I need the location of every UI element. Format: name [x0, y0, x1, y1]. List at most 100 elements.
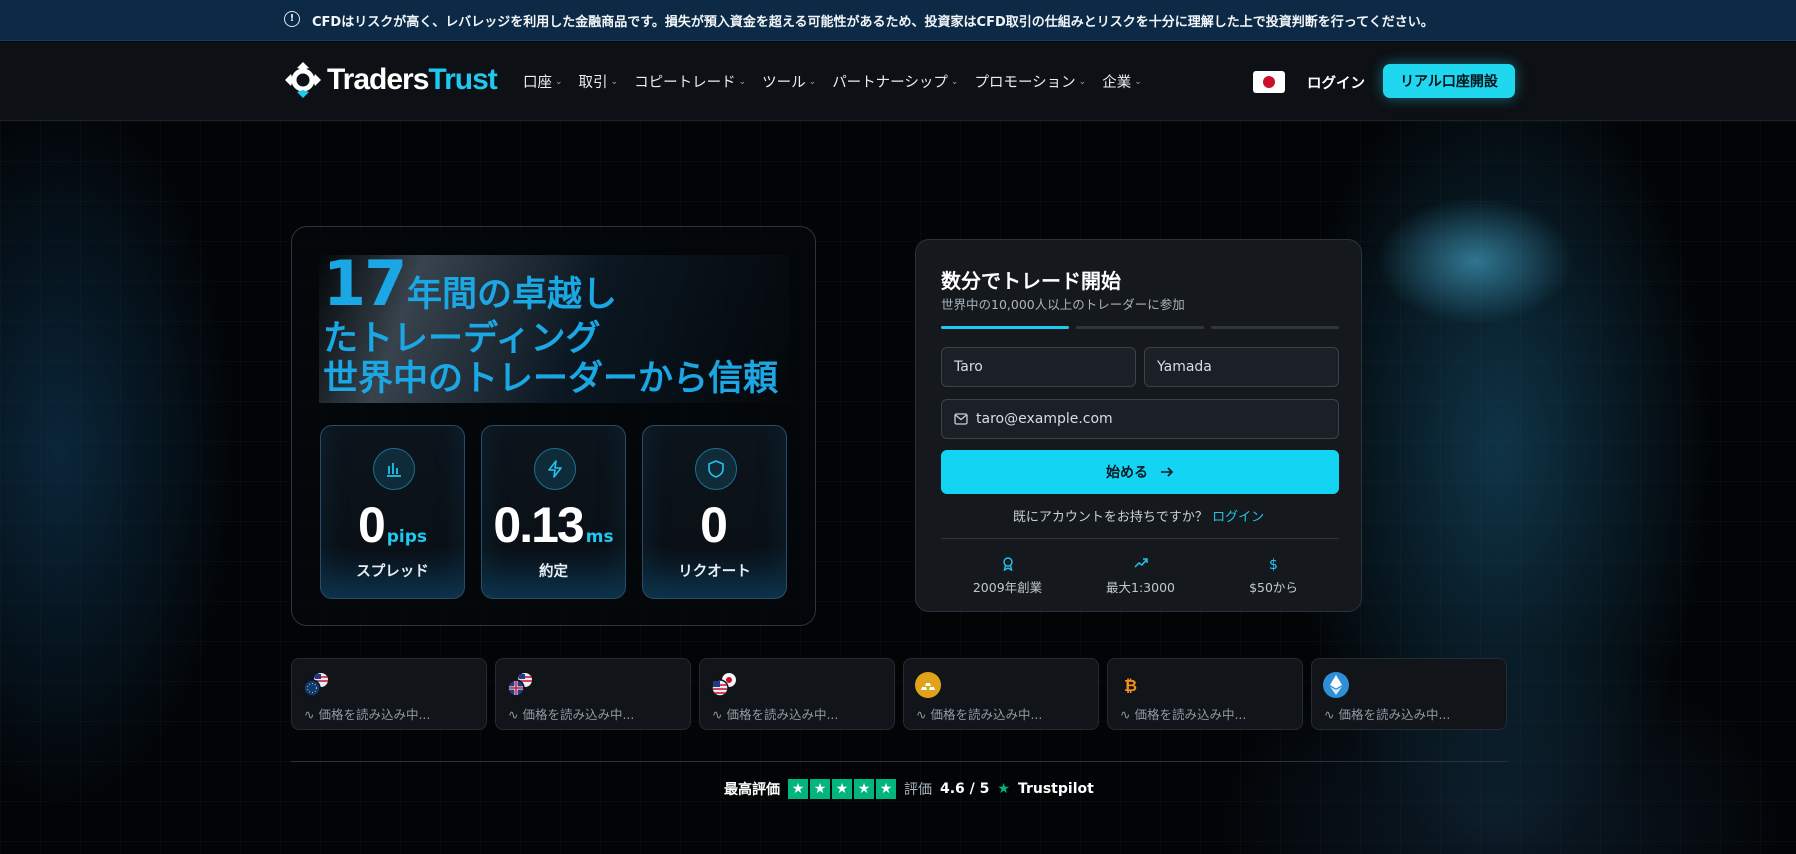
chevron-down-icon: ⌄: [610, 76, 619, 87]
ticker-loading-text: ∿ 価格を読み込み中...: [1324, 707, 1451, 722]
stat-value: 0.13: [493, 497, 584, 553]
headline-line-1: 年間の卓越し: [407, 275, 618, 315]
hero-card: 17 年間の卓越し たトレーディング 世界中のトレーダーから信頼 0 pips ス…: [291, 226, 816, 626]
ticker-loading-text: ∿ 価格を読み込み中...: [304, 707, 431, 722]
chevron-down-icon: ⌄: [808, 76, 817, 87]
years-number: 17: [323, 247, 407, 320]
start-button-label: 始める: [1106, 465, 1148, 481]
progress-step-3: [1211, 326, 1339, 329]
stat-card-requote: 0 リクオート: [642, 425, 787, 599]
rating-stars: ★ ★ ★ ★ ★: [788, 779, 896, 799]
nav-item-accounts[interactable]: 口座 ⌄: [523, 71, 563, 92]
stat-value: 0: [357, 497, 386, 553]
first-name-field[interactable]: Taro: [941, 347, 1136, 387]
nav-item-trading[interactable]: 取引 ⌄: [579, 71, 619, 92]
ticker-loading-text: ∿ 価格を読み込み中...: [1120, 707, 1247, 722]
trustpilot-star-icon: ★: [997, 781, 1010, 797]
chevron-down-icon: ⌄: [1078, 76, 1087, 87]
email-field[interactable]: taro@example.com: [941, 399, 1339, 439]
ticker-card-gold[interactable]: ∿ 価格を読み込み中...: [903, 658, 1099, 730]
logo-wordmark: TradersTrust: [327, 63, 498, 96]
hero-background: [0, 121, 1796, 854]
feature-founded: 2009年創業: [941, 557, 1074, 596]
star-icon: ★: [788, 779, 808, 799]
stat-card-execution: 0.13 ms 約定: [481, 425, 626, 599]
form-login-link[interactable]: ログイン: [1212, 510, 1264, 525]
open-real-account-button[interactable]: リアル口座開設: [1383, 64, 1515, 98]
ticker-card-gbpusd[interactable]: ∿ 価格を読み込み中...: [495, 658, 691, 730]
chevron-down-icon: ⌄: [1134, 76, 1142, 87]
main-nav: TradersTrust 口座 ⌄ 取引 ⌄ コピートレード ⌄ ツール ⌄ パートナー…: [0, 42, 1796, 121]
lightning-icon: [534, 448, 576, 490]
ticker-card-usdjpy[interactable]: ∿ 価格を読み込み中...: [699, 658, 895, 730]
nav-menu: 口座 ⌄ 取引 ⌄ コピートレード ⌄ ツール ⌄ パートナーシップ ⌄ プロモーション ⌄…: [523, 71, 1158, 92]
stat-label: リクオート: [678, 564, 751, 580]
logo[interactable]: TradersTrust: [283, 60, 498, 100]
divider: [291, 761, 1507, 762]
ticker-card-ethereum[interactable]: ∿ 価格を読み込み中...: [1311, 658, 1507, 730]
rating-word: 評価: [904, 782, 932, 798]
nav-item-promotions[interactable]: プロモーション ⌄: [974, 71, 1086, 92]
award-icon: [941, 557, 1074, 575]
form-subtitle: 世界中の10,000人以上のトレーダーに参加: [941, 297, 1185, 312]
progress-step-2: [1076, 326, 1204, 329]
logo-mark-icon: [285, 62, 321, 98]
ticker-card-eurusd[interactable]: ∿ 価格を読み込み中...: [291, 658, 487, 730]
chevron-down-icon: ⌄: [950, 76, 959, 87]
shield-icon: [695, 448, 737, 490]
star-icon: ★: [810, 779, 830, 799]
star-icon: ★: [854, 779, 874, 799]
trustpilot-rating[interactable]: 最高評価 ★ ★ ★ ★ ★ 評価 4.6 / 5 ★ Trustpilot: [724, 779, 1094, 799]
ticker-loading-text: ∿ 価格を読み込み中...: [916, 707, 1043, 722]
form-title: 数分でトレード開始: [941, 269, 1121, 293]
last-name-field[interactable]: Yamada: [1144, 347, 1339, 387]
stat-label: スプレッド: [356, 564, 429, 580]
stat-value: 0: [700, 497, 728, 553]
ticker-loading-text: ∿ 価格を読み込み中...: [712, 707, 839, 722]
nav-item-tools[interactable]: ツール ⌄: [762, 71, 816, 92]
email-placeholder: taro@example.com: [976, 411, 1113, 427]
mail-icon: [954, 413, 968, 425]
chevron-down-icon: ⌄: [555, 76, 563, 87]
feature-leverage: 最大1:3000: [1074, 557, 1207, 596]
ticker-loading-text: ∿ 価格を読み込み中...: [508, 707, 635, 722]
progress-step-1: [941, 326, 1069, 329]
gb-us-flag-icon: [507, 673, 532, 697]
nav-item-partnership[interactable]: パートナーシップ ⌄: [832, 71, 958, 92]
trending-up-icon: [1074, 557, 1207, 575]
dollar-icon: $: [1269, 557, 1278, 573]
info-icon: !: [284, 11, 300, 27]
nav-item-copy-trade[interactable]: コピートレード ⌄: [634, 71, 746, 92]
risk-warning-banner: ! CFDはリスクが高く、レバレッジを利用した金融商品です。損失が預入資金を超え…: [0, 0, 1796, 41]
nav-item-company[interactable]: 企業 ⌄: [1102, 71, 1142, 92]
arrow-right-icon: [1161, 467, 1174, 477]
trustpilot-brand: Trustpilot: [1017, 781, 1094, 797]
feature-min-deposit: $ $50から: [1207, 557, 1340, 596]
chevron-down-icon: ⌄: [738, 76, 747, 87]
stat-unit: ms: [585, 527, 614, 547]
headline-line-2: たトレーディング: [323, 319, 601, 359]
eu-us-flag-icon: [303, 673, 328, 697]
bar-chart-icon: [373, 448, 415, 490]
svg-text:₿: ₿: [1124, 676, 1137, 695]
rating-score: 4.6 / 5: [940, 781, 990, 797]
have-account-text: 既にアカウントをお持ちですか？ ログイン: [1012, 510, 1265, 525]
best-rating-label: 最高評価: [724, 782, 780, 798]
japan-flag-icon[interactable]: [1253, 71, 1285, 93]
bitcoin-icon: ₿: [1124, 676, 1137, 695]
login-link[interactable]: ログイン: [1307, 72, 1365, 93]
divider: [941, 538, 1339, 539]
star-icon: ★: [876, 779, 896, 799]
signup-form-card: 数分でトレード開始 世界中の10,000人以上のトレーダーに参加 Taro Ya…: [915, 239, 1362, 612]
start-button[interactable]: 始める: [941, 450, 1339, 494]
star-icon: ★: [832, 779, 852, 799]
risk-warning-text: CFDはリスクが高く、レバレッジを利用した金融商品です。損失が預入資金を超える可…: [312, 15, 1434, 30]
us-jp-flag-icon: [711, 673, 736, 697]
stat-label: 約定: [539, 564, 568, 580]
headline-line-3: 世界中のトレーダーから信頼: [323, 359, 779, 399]
stat-card-spread: 0 pips スプレッド: [320, 425, 465, 599]
stat-unit: pips: [386, 527, 428, 547]
ethereum-icon: [1323, 672, 1349, 698]
gold-icon: [915, 672, 941, 698]
ticker-card-bitcoin[interactable]: ₿ ∿ 価格を読み込み中...: [1107, 658, 1303, 730]
